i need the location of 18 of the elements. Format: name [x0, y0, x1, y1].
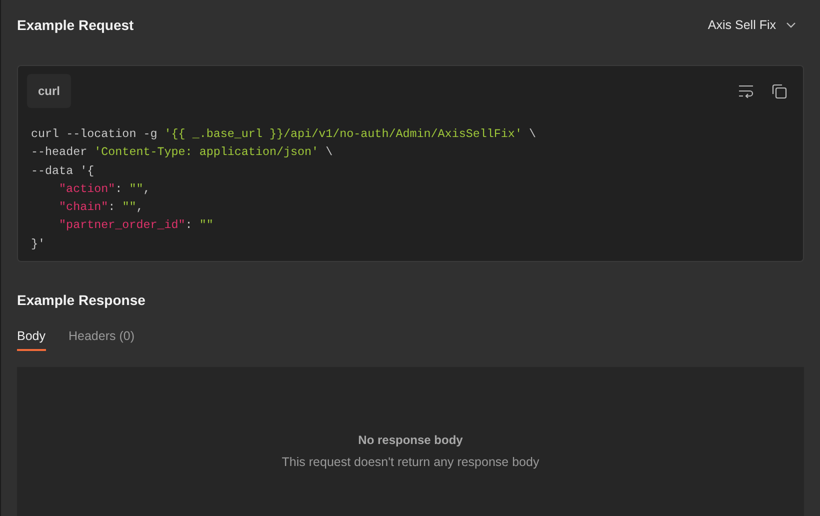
code-line: }'	[31, 236, 46, 253]
code-line: "chain": "",	[58, 199, 144, 216]
chevron-down-icon	[786, 22, 796, 28]
empty-text: This request doesn't return any response body	[282, 455, 540, 470]
code-line: curl --location -g '{{ _.base_url }}/api/v1/no-auth/Admin/AxisSellFix' \	[31, 126, 536, 143]
section-title: Example Request	[17, 17, 134, 33]
code-line: --data '{	[31, 162, 94, 180]
language-tab[interactable]: curl	[27, 74, 72, 108]
section-title: Example Response	[17, 292, 146, 308]
code-line: --header 'Content-Type: application/json' \	[31, 144, 333, 162]
response-tab[interactable]: Body	[17, 329, 46, 352]
copy-icon[interactable]	[772, 84, 787, 98]
code-line: "partner_order_id": ""	[58, 217, 214, 234]
wrap-lines-icon[interactable]	[738, 84, 754, 98]
empty-title: No response body	[358, 433, 463, 448]
example-dropdown[interactable]: Axis Sell Fix	[708, 18, 804, 32]
response-tab[interactable]: Headers (0)	[68, 329, 134, 352]
code-line: "action": "",	[58, 180, 150, 198]
